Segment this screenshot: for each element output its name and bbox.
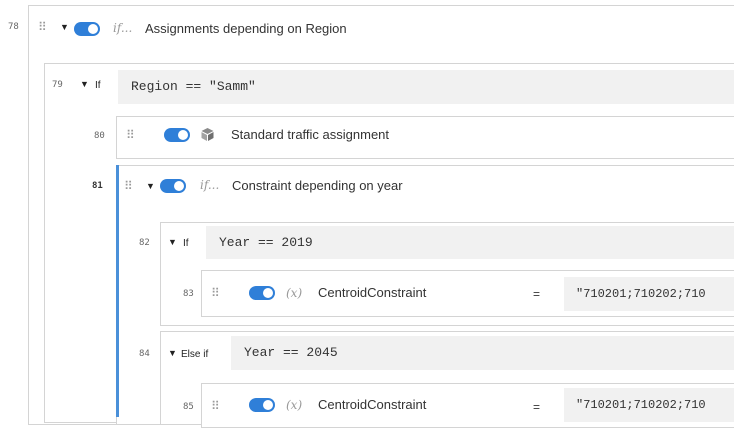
line-number-85: 85: [183, 402, 194, 412]
if-keyword: If: [183, 238, 189, 249]
condition-text-82: Year == 2019: [219, 235, 313, 250]
equals-sign: =: [533, 400, 541, 414]
line-number-83: 83: [183, 289, 194, 299]
enable-toggle-85[interactable]: [249, 398, 275, 412]
condition-expression-79[interactable]: Region == "Samm": [118, 70, 734, 104]
variable-icon: (x): [286, 398, 303, 412]
value-field-83[interactable]: "710201;710202;710: [564, 277, 734, 311]
drag-handle-icon[interactable]: ⠿: [38, 21, 47, 33]
condition-expression-84[interactable]: Year == 2045: [231, 336, 734, 370]
expand-triangle-icon[interactable]: ▼: [168, 349, 177, 358]
condition-text-79: Region == "Samm": [131, 79, 256, 94]
equals-sign: =: [533, 287, 541, 301]
line-number-80: 80: [94, 131, 105, 141]
value-text-83: "710201;710202;710: [576, 287, 706, 301]
expand-triangle-icon[interactable]: ▼: [168, 238, 177, 247]
expand-triangle-icon[interactable]: ▼: [80, 80, 89, 89]
line-number-81: 81: [92, 181, 103, 191]
enable-toggle-78[interactable]: [74, 22, 100, 36]
enable-toggle-80[interactable]: [164, 128, 190, 142]
expand-triangle-icon[interactable]: ▼: [146, 182, 155, 191]
line-number-79: 79: [52, 80, 63, 90]
if-icon: if...: [113, 21, 133, 35]
drag-handle-icon[interactable]: ⠿: [211, 400, 220, 412]
variable-icon: (x): [286, 286, 303, 300]
variable-name-83[interactable]: CentroidConstraint: [318, 285, 426, 300]
enable-toggle-81[interactable]: [160, 179, 186, 193]
condition-expression-82[interactable]: Year == 2019: [206, 226, 734, 259]
cube-icon: [201, 128, 214, 141]
value-text-85: "710201;710202;710: [576, 398, 706, 412]
else-if-keyword: Else if: [181, 349, 209, 360]
enable-toggle-83[interactable]: [249, 286, 275, 300]
drag-handle-icon[interactable]: ⠿: [211, 287, 220, 299]
drag-handle-icon[interactable]: ⠿: [126, 129, 135, 141]
line-number-84: 84: [139, 349, 150, 359]
block-title-80[interactable]: Standard traffic assignment: [231, 127, 389, 142]
variable-name-85[interactable]: CentroidConstraint: [318, 397, 426, 412]
drag-handle-icon[interactable]: ⠿: [124, 180, 133, 192]
if-icon: if...: [200, 178, 220, 192]
block-title-78[interactable]: Assignments depending on Region: [145, 21, 347, 36]
expand-triangle-icon[interactable]: ▼: [60, 23, 69, 32]
condition-text-84: Year == 2045: [244, 345, 338, 360]
block-title-81[interactable]: Constraint depending on year: [232, 178, 403, 193]
line-number-78: 78: [8, 22, 19, 32]
line-number-82: 82: [139, 238, 150, 248]
selection-bar: [116, 165, 119, 417]
if-keyword: If: [95, 80, 101, 91]
